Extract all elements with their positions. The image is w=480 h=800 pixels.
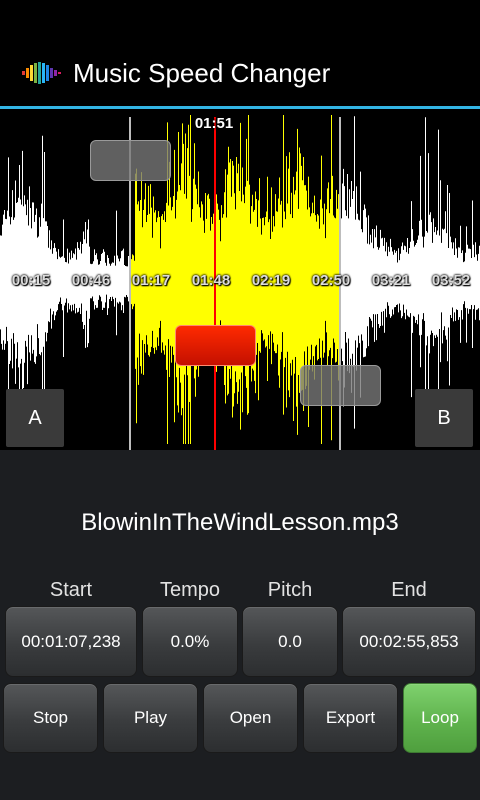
start-time-button[interactable]: 00:01:07,238 — [5, 606, 137, 677]
time-tick: 01:17 — [131, 272, 171, 289]
current-time-label: 01:51 — [194, 115, 234, 132]
playhead-handle[interactable] — [175, 325, 256, 366]
loop-button[interactable]: Loop — [403, 683, 477, 753]
tempo-label: Tempo — [159, 579, 221, 601]
rainbow-waveform-icon — [22, 62, 61, 84]
start-label: Start — [49, 579, 93, 601]
stop-button[interactable]: Stop — [3, 683, 98, 753]
time-tick: 03:52 — [431, 272, 471, 289]
export-button[interactable]: Export — [303, 683, 398, 753]
file-name: BlowinInTheWindLesson.mp3 — [81, 509, 399, 536]
app-title: Music Speed Changer — [73, 58, 331, 88]
start-marker-handle[interactable] — [90, 140, 171, 181]
marker-b-button[interactable]: B — [415, 389, 473, 447]
end-marker-handle[interactable] — [300, 365, 381, 406]
open-button[interactable]: Open — [203, 683, 298, 753]
tempo-button[interactable]: 0.0% — [142, 606, 238, 677]
waveform-view[interactable]: 01:51 00:15 00:46 01:17 01:48 02:19 02:5… — [0, 109, 480, 450]
action-bar: Music Speed Changer — [0, 38, 480, 106]
end-label: End — [391, 579, 427, 601]
time-tick: 00:15 — [11, 272, 51, 289]
time-tick: 02:50 — [311, 272, 351, 289]
marker-a-button[interactable]: A — [6, 389, 64, 447]
status-bar — [0, 0, 480, 38]
play-button[interactable]: Play — [103, 683, 198, 753]
time-tick: 03:21 — [371, 272, 411, 289]
pitch-label: Pitch — [267, 579, 313, 601]
time-tick: 01:48 — [191, 272, 231, 289]
time-tick: 02:19 — [251, 272, 291, 289]
pitch-button[interactable]: 0.0 — [242, 606, 338, 677]
end-time-button[interactable]: 00:02:55,853 — [342, 606, 476, 677]
time-tick: 00:46 — [71, 272, 111, 289]
